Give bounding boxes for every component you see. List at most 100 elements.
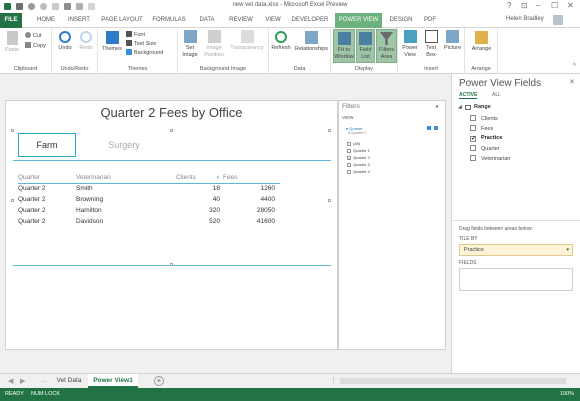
- report-canvas[interactable]: Quarter 2 Fees by Office Farm Surgery Qu…: [5, 100, 338, 350]
- minimize-icon[interactable]: –: [536, 1, 540, 11]
- close-pane-icon[interactable]: ✕: [569, 78, 575, 86]
- tile-farm[interactable]: Farm: [18, 133, 76, 157]
- picture-button[interactable]: Picture: [442, 30, 463, 52]
- maximize-icon[interactable]: ☐: [551, 1, 558, 11]
- checkbox[interactable]: [470, 155, 476, 161]
- checkbox[interactable]: [470, 115, 476, 121]
- tile-surgery[interactable]: Surgery: [94, 133, 154, 157]
- background-button[interactable]: Background: [126, 49, 163, 57]
- resize-handle[interactable]: [328, 129, 331, 132]
- text-size-button[interactable]: Text Size: [126, 40, 156, 48]
- collapse-arrow-icon[interactable]: ◢: [458, 104, 462, 110]
- tab-data[interactable]: DATA: [194, 13, 220, 28]
- tab-review[interactable]: REVIEW: [225, 13, 257, 28]
- paste-button[interactable]: Paste: [4, 31, 20, 54]
- fields-dropzone[interactable]: [459, 268, 573, 291]
- filter-option-quarter-1[interactable]: Quarter 1: [347, 148, 370, 153]
- resize-handle[interactable]: [11, 199, 14, 202]
- tab-all-fields[interactable]: ALL: [492, 92, 501, 98]
- tab-pdf[interactable]: PDF: [420, 13, 440, 28]
- column-header-veterinarian[interactable]: Veterinarian: [76, 174, 111, 181]
- filter-options-icon[interactable]: [434, 126, 438, 130]
- tile-by-dropzone[interactable]: Practice ▾: [459, 244, 573, 256]
- redo-button[interactable]: Redo: [77, 31, 95, 52]
- checkbox-checked[interactable]: ✓: [470, 136, 476, 142]
- group-themes: Themes Font Text Size Background Themes: [98, 28, 178, 74]
- sheet-tab-vet-data[interactable]: Vet Data: [52, 374, 86, 388]
- arrange-label: Arrange: [471, 46, 492, 52]
- next-sheet-icon[interactable]: ▶: [20, 377, 25, 385]
- undo-button[interactable]: Undo: [56, 31, 74, 52]
- tab-power-view[interactable]: POWER VIEW: [335, 13, 382, 28]
- transparency-button[interactable]: Transparency: [228, 30, 266, 52]
- clear-filter-icon[interactable]: [427, 126, 431, 130]
- field-list-button[interactable]: Field List: [356, 29, 375, 63]
- themes-button[interactable]: Themes: [101, 31, 123, 53]
- tab-page-layout[interactable]: PAGE LAYOUT: [99, 13, 145, 28]
- status-zoom[interactable]: 100%: [560, 391, 574, 397]
- copy-button[interactable]: Copy: [25, 42, 46, 50]
- power-view-button[interactable]: Power View: [400, 30, 420, 58]
- user-name[interactable]: Helen Bradley: [506, 16, 544, 22]
- set-image-button[interactable]: Set Image: [180, 30, 200, 58]
- tab-view[interactable]: VIEW: [262, 13, 284, 28]
- ribbon-tabs: FILE HOME INSERT PAGE LAYOUT FORMULAS DA…: [0, 13, 580, 28]
- checkbox[interactable]: [470, 145, 476, 151]
- field-practice[interactable]: ✓ Practice: [470, 135, 502, 142]
- report-title[interactable]: Quarter 2 Fees by Office: [6, 105, 337, 120]
- range-table[interactable]: Range: [474, 104, 491, 110]
- fit-to-window-button[interactable]: Fit to Window: [333, 29, 355, 63]
- filters-view-tab[interactable]: VIEW: [342, 115, 354, 120]
- filter-option-all[interactable]: (All): [347, 141, 360, 146]
- tab-file[interactable]: FILE: [0, 13, 22, 28]
- column-header-quarter[interactable]: Quarter: [18, 174, 40, 181]
- add-sheet-button[interactable]: +: [154, 376, 164, 386]
- cut-label: Cut: [33, 33, 42, 39]
- cut-button[interactable]: Cut: [25, 32, 42, 40]
- filters-area-button[interactable]: Filters Area: [376, 29, 397, 63]
- font-button[interactable]: Font: [126, 31, 145, 39]
- tab-developer[interactable]: DEVELOPER: [289, 13, 331, 28]
- relationships-button[interactable]: Relationships: [293, 31, 330, 53]
- checkbox[interactable]: [347, 142, 351, 146]
- sheet-options-icon[interactable]: ⋮: [330, 377, 337, 385]
- ribbon-display-icon[interactable]: ⊡: [521, 1, 528, 11]
- tab-home[interactable]: HOME: [33, 13, 59, 28]
- field-fees[interactable]: Fees: [470, 125, 493, 132]
- horizontal-scrollbar[interactable]: [340, 378, 566, 384]
- collapse-ribbon-icon[interactable]: ^: [573, 63, 576, 70]
- sheet-more-icon[interactable]: …: [40, 377, 47, 384]
- resize-handle[interactable]: [11, 129, 14, 132]
- image-position-button[interactable]: Image Position: [202, 30, 226, 58]
- arrange-button[interactable]: Arrange: [467, 31, 496, 53]
- resize-handle[interactable]: [328, 199, 331, 202]
- tab-active-fields[interactable]: ACTIVE: [459, 92, 478, 99]
- checkbox[interactable]: [347, 163, 351, 167]
- help-icon[interactable]: ?: [507, 1, 511, 11]
- resize-handle[interactable]: [170, 129, 173, 132]
- checkbox[interactable]: [347, 170, 351, 174]
- tab-insert[interactable]: INSERT: [64, 13, 94, 28]
- avatar[interactable]: [553, 15, 563, 25]
- collapse-filters-icon[interactable]: ◂: [435, 103, 438, 110]
- text-box-button[interactable]: Text Box: [422, 30, 440, 58]
- filter-option-quarter-2[interactable]: ✓ Quarter 2: [347, 155, 370, 161]
- filter-option-quarter-4[interactable]: Quarter 4: [347, 169, 370, 174]
- field-quarter[interactable]: Quarter: [470, 145, 500, 152]
- sheet-tab-power-view1[interactable]: Power View1: [88, 374, 138, 388]
- tab-design[interactable]: DESIGN: [387, 13, 415, 28]
- field-veterinarian[interactable]: Veterinarian: [470, 155, 510, 162]
- tab-formulas[interactable]: FORMULAS: [150, 13, 188, 28]
- filter-option-quarter-3[interactable]: Quarter 3: [347, 162, 370, 167]
- resize-handle[interactable]: [170, 263, 173, 266]
- column-header-fees[interactable]: Fees: [223, 174, 237, 181]
- column-header-clients[interactable]: Clients: [176, 174, 196, 181]
- refresh-button[interactable]: Refresh: [270, 31, 292, 52]
- prev-sheet-icon[interactable]: ◀: [8, 377, 13, 385]
- dropdown-arrow-icon[interactable]: ▾: [566, 245, 569, 256]
- close-icon[interactable]: ✕: [567, 1, 574, 11]
- checkbox[interactable]: [470, 125, 476, 131]
- checkbox[interactable]: [347, 149, 351, 153]
- checkbox-checked[interactable]: ✓: [347, 156, 351, 161]
- field-clients[interactable]: Clients: [470, 115, 498, 122]
